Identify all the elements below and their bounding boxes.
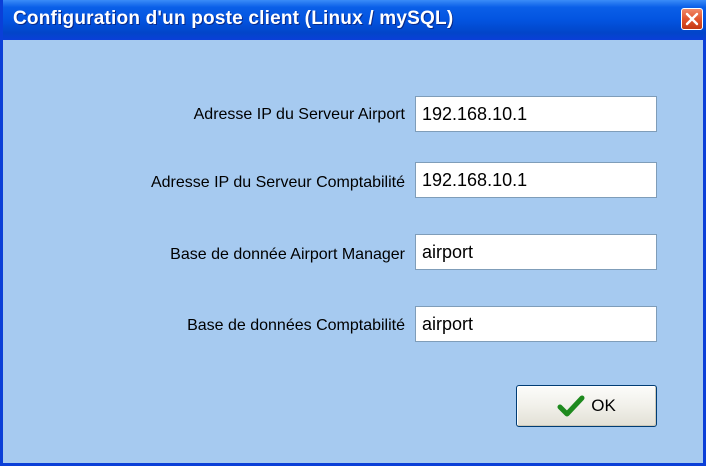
close-icon bbox=[685, 12, 699, 26]
accounting-db-label: Base de données Comptabilité bbox=[187, 317, 405, 334]
airport-server-ip-label: Adresse IP du Serveur Airport bbox=[193, 106, 405, 123]
airport-manager-db-input[interactable] bbox=[415, 234, 657, 270]
ok-button[interactable]: OK bbox=[516, 385, 657, 427]
window-title: Configuration d'un poste client (Linux /… bbox=[13, 8, 454, 29]
ok-button-label: OK bbox=[591, 396, 616, 415]
close-button[interactable] bbox=[681, 8, 703, 30]
accounting-server-ip-input[interactable] bbox=[415, 162, 657, 198]
accounting-server-ip-label: Adresse IP du Serveur Comptabilité bbox=[150, 174, 405, 191]
accounting-db-input[interactable] bbox=[415, 306, 657, 342]
airport-server-ip-input[interactable] bbox=[415, 96, 657, 132]
config-dialog: Configuration d'un poste client (Linux /… bbox=[0, 0, 706, 466]
airport-manager-db-label: Base de donnée Airport Manager bbox=[170, 246, 405, 263]
title-bar[interactable]: Configuration d'un poste client (Linux /… bbox=[3, 0, 706, 40]
checkmark-icon bbox=[557, 395, 585, 417]
